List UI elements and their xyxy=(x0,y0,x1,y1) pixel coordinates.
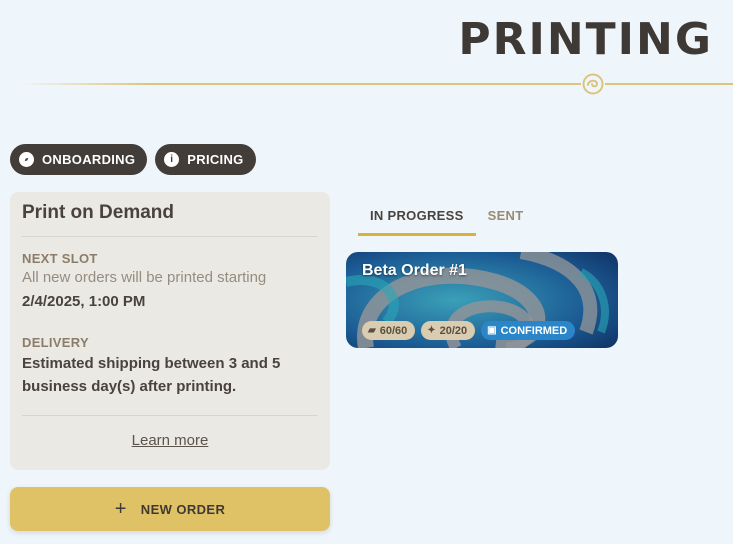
sparkle-badge: ✦ 20/20 xyxy=(421,321,476,340)
next-slot-label: NEXT SLOT xyxy=(22,251,98,266)
status-label: CONFIRMED xyxy=(500,324,568,337)
tab-sent[interactable]: SENT xyxy=(476,204,536,236)
title-divider xyxy=(20,83,733,85)
delivery-line-2: business day(s) after printing. xyxy=(22,378,237,395)
learn-more-link[interactable]: Learn more xyxy=(132,432,209,449)
delivery-label: DELIVERY xyxy=(22,335,89,350)
swirl-emblem-icon xyxy=(581,72,605,96)
card-divider xyxy=(22,236,318,237)
compass-icon xyxy=(19,152,34,167)
onboarding-label: ONBOARDING xyxy=(42,152,136,167)
plus-icon: + xyxy=(114,498,127,520)
tab-in-progress[interactable]: IN PROGRESS xyxy=(358,204,476,236)
next-slot-date: 2/4/2025, 1:00 PM xyxy=(22,293,146,310)
cards-icon: ▰ xyxy=(368,325,376,336)
new-order-button[interactable]: + NEW ORDER xyxy=(10,487,330,531)
pricing-pill[interactable]: i PRICING xyxy=(155,144,256,175)
delivery-line-1: Estimated shipping between 3 and 5 xyxy=(22,355,281,372)
cards-count: 60/60 xyxy=(379,324,408,337)
status-badge: ▣ CONFIRMED xyxy=(481,321,576,340)
info-icon: i xyxy=(164,152,180,167)
card-divider-bottom xyxy=(22,415,318,416)
order-title: Beta Order #1 xyxy=(362,262,467,279)
order-card[interactable]: Beta Order #1 ▰ 60/60 ✦ 20/20 ▣ CONFIRME… xyxy=(346,252,618,348)
sparkle-icon: ✦ xyxy=(427,325,436,336)
confirmed-icon: ▣ xyxy=(487,325,497,336)
new-order-label: NEW ORDER xyxy=(140,501,226,517)
cards-badge: ▰ 60/60 xyxy=(362,321,416,340)
onboarding-pill[interactable]: ONBOARDING xyxy=(10,144,148,175)
card-title: Print on Demand xyxy=(22,202,175,223)
page-title: PRINTING xyxy=(458,14,713,65)
print-on-demand-card: Print on Demand NEXT SLOT All new orders… xyxy=(10,192,330,470)
next-slot-text: All new orders will be printed starting xyxy=(22,269,267,286)
order-tabs: IN PROGRESS SENT xyxy=(358,204,535,236)
sparkle-count: 20/20 xyxy=(439,324,468,337)
pricing-label: PRICING xyxy=(187,152,244,167)
